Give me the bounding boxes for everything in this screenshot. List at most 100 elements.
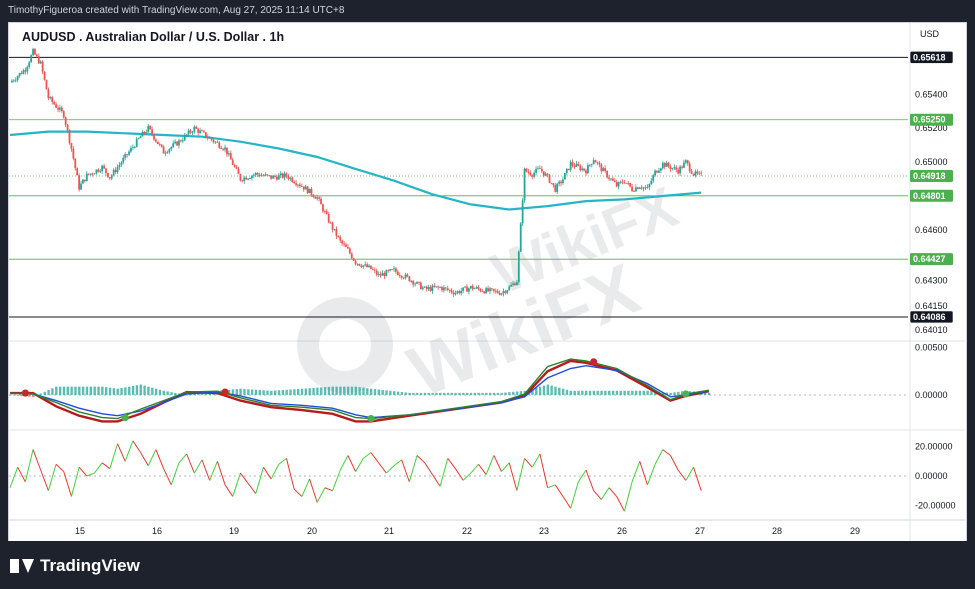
candle-body bbox=[535, 168, 537, 173]
macd-histogram-bar bbox=[235, 389, 238, 395]
macd-histogram-bar bbox=[400, 392, 404, 395]
candle-body bbox=[665, 162, 668, 167]
macd-histogram-bar bbox=[561, 388, 565, 395]
candle-body bbox=[277, 175, 280, 180]
macd-histogram-bar bbox=[446, 392, 450, 395]
macd-histogram-bar bbox=[162, 390, 165, 395]
macd-histogram-bar bbox=[454, 392, 457, 395]
oscillator-segment bbox=[646, 464, 656, 485]
candle-body bbox=[322, 204, 324, 212]
macd-histogram-bar bbox=[66, 386, 69, 395]
candle-body bbox=[153, 134, 155, 140]
macd-histogram-bar bbox=[28, 394, 31, 397]
candle-body bbox=[308, 188, 311, 194]
candle-body bbox=[264, 174, 267, 176]
candle-body bbox=[423, 286, 426, 288]
oscillator-segment bbox=[600, 487, 610, 500]
macd-axis-tick-label: 0.00000 bbox=[915, 390, 948, 400]
candle-body bbox=[395, 268, 397, 272]
candle-body bbox=[343, 243, 345, 245]
oscillator-segment bbox=[693, 467, 702, 491]
candle-body bbox=[137, 138, 140, 139]
candle-body bbox=[22, 70, 25, 74]
candle-body bbox=[371, 268, 374, 270]
candle-body bbox=[504, 291, 507, 293]
price-level-tag-label: 0.65618 bbox=[913, 52, 946, 62]
candle-body bbox=[283, 173, 286, 178]
candle-body bbox=[667, 162, 670, 167]
candle-body bbox=[247, 178, 249, 180]
candle-body bbox=[147, 125, 150, 132]
oscillator-segment bbox=[117, 443, 126, 462]
candle-body bbox=[477, 287, 480, 289]
macd-histogram-bar bbox=[51, 388, 54, 395]
macd-histogram-bar bbox=[128, 386, 131, 395]
candle-body bbox=[164, 152, 167, 154]
candle-body bbox=[429, 287, 432, 291]
macd-histogram-bar bbox=[43, 391, 46, 395]
candle-body bbox=[170, 146, 173, 150]
macd-histogram-bar bbox=[581, 390, 584, 395]
candle-body bbox=[251, 175, 253, 179]
candle-body bbox=[521, 200, 524, 224]
candle-body bbox=[389, 269, 392, 271]
tradingview-logo[interactable]: TradingView bbox=[10, 556, 140, 576]
candle-body bbox=[464, 286, 466, 288]
oscillator-segment bbox=[232, 472, 241, 497]
price-axis-tick-label: 0.64010 bbox=[915, 325, 948, 335]
macd-histogram-bar bbox=[105, 387, 108, 395]
candle-body bbox=[68, 130, 71, 143]
candle-body bbox=[571, 162, 574, 166]
candle-body bbox=[181, 140, 184, 142]
oscillator-segment bbox=[124, 440, 134, 462]
candle-body bbox=[291, 177, 294, 182]
candle-body bbox=[206, 137, 209, 139]
candle-body bbox=[87, 173, 90, 175]
candle-body bbox=[348, 248, 351, 254]
tradingview-brand-text: TradingView bbox=[40, 556, 140, 575]
candle-body bbox=[57, 107, 59, 110]
candle-body bbox=[187, 130, 190, 135]
macd-histogram-bar bbox=[592, 390, 596, 395]
macd-histogram-bar bbox=[569, 390, 573, 395]
candle-body bbox=[149, 125, 152, 130]
chart-canvas[interactable]: WikiFXWikiFXUSD0.654000.652000.650000.64… bbox=[0, 0, 975, 541]
candle-body bbox=[262, 175, 265, 177]
macd-cross-marker bbox=[590, 358, 598, 366]
macd-histogram-bar bbox=[588, 390, 592, 395]
candle-body bbox=[375, 270, 378, 275]
time-axis-tick-label: 16 bbox=[152, 526, 162, 536]
candle-body bbox=[556, 183, 559, 192]
candle-body bbox=[546, 173, 549, 175]
candle-body bbox=[333, 228, 336, 230]
candle-body bbox=[97, 169, 100, 172]
candle-body bbox=[89, 173, 92, 175]
oscillator-axis-tick-label: -20.00000 bbox=[915, 500, 956, 510]
macd-histogram-bar bbox=[124, 387, 127, 395]
oscillator-segment bbox=[293, 488, 303, 497]
macd-histogram-bar bbox=[408, 392, 411, 395]
candle-body bbox=[462, 287, 465, 291]
price-level-tag-label: 0.64427 bbox=[913, 254, 946, 264]
candle-body bbox=[70, 142, 73, 149]
macd-histogram-bar bbox=[116, 388, 119, 395]
candle-body bbox=[646, 187, 649, 189]
oscillator-segment bbox=[508, 462, 518, 491]
candle-body bbox=[492, 289, 495, 291]
macd-histogram-bar bbox=[596, 390, 599, 395]
macd-histogram-bar bbox=[366, 388, 369, 395]
oscillator-segment bbox=[547, 484, 556, 489]
time-axis-tick-label: 21 bbox=[384, 526, 394, 536]
candle-body bbox=[473, 288, 476, 290]
candle-body bbox=[295, 183, 297, 185]
oscillator-segment bbox=[455, 468, 464, 481]
candle-body bbox=[467, 288, 470, 292]
macd-cross-marker bbox=[367, 414, 375, 423]
oscillator-segment bbox=[316, 487, 326, 503]
oscillator-segment bbox=[247, 483, 257, 494]
candle-body bbox=[387, 270, 390, 272]
candle-body bbox=[329, 222, 332, 224]
candle-body bbox=[659, 168, 662, 171]
macd-histogram-bar bbox=[481, 392, 484, 395]
oscillator-segment bbox=[239, 472, 249, 484]
